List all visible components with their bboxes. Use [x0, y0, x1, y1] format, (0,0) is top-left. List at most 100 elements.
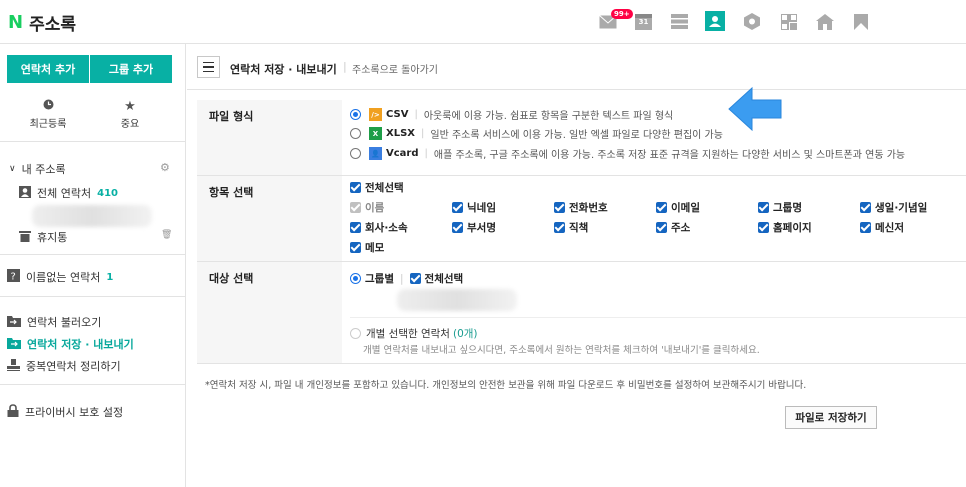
format-option-xlsx[interactable]: X XLSX | 일반 주소록 서비스에 이용 가능. 일반 엑셀 파일로 다양… — [350, 126, 723, 141]
field-checkbox[interactable] — [452, 202, 463, 213]
app-header: N 주소록 99+ 31 — [0, 0, 966, 44]
field-homepage[interactable]: 홈페이지 — [758, 220, 812, 235]
field-birthday[interactable]: 생일·기념일 — [860, 200, 927, 215]
field-checkbox[interactable] — [656, 202, 667, 213]
format-option-vcard[interactable]: 👤 Vcard | 애플 주소록, 구글 주소록에 이용 가능. 주소록 저장 … — [350, 146, 905, 161]
calendar-day: 31 — [638, 18, 649, 26]
sidebar-item-trash[interactable]: 휴지통 — [19, 229, 67, 245]
menu-toggle-button[interactable] — [197, 56, 220, 78]
select-all-fields[interactable]: 전체선택 — [350, 180, 404, 195]
field-department[interactable]: 부서명 — [452, 220, 496, 235]
target-select-label-cell: 대상 선택 — [197, 262, 342, 363]
naver-logo-icon: N — [8, 12, 24, 33]
field-messenger[interactable]: 메신저 — [860, 220, 904, 235]
lock-icon — [7, 404, 19, 420]
field-checkbox[interactable] — [758, 202, 769, 213]
individual-label: 개별 선택한 연락처 — [366, 328, 450, 340]
empty-trash-icon[interactable]: 🗑 — [161, 230, 172, 240]
apps-grid-icon[interactable] — [779, 13, 798, 30]
sidebar-item-privacy[interactable]: 프라이버시 보호 설정 — [7, 404, 123, 420]
sidebar-item-export[interactable]: 연락처 저장 · 내보내기 — [7, 336, 134, 352]
field-label: 메신저 — [875, 222, 904, 234]
sidebar-item-unnamed[interactable]: ? 이름없는 연락처 1 — [7, 269, 113, 285]
field-memo[interactable]: 메모 — [350, 240, 384, 255]
group-select-all-checkbox[interactable] — [409, 273, 421, 284]
contact-card-icon — [19, 185, 31, 201]
field-title[interactable]: 직책 — [554, 220, 588, 235]
sidebar-item-import[interactable]: 연락처 불러오기 — [7, 314, 101, 330]
field-checkbox[interactable] — [554, 222, 565, 233]
field-label: 이메일 — [671, 202, 700, 214]
field-name[interactable]: 이름 — [350, 200, 384, 215]
format-option-csv[interactable]: /> CSV | 아웃룩에 이용 가능. 쉼표로 항목을 구분한 텍스트 파일 … — [350, 107, 673, 122]
app-title: 주소록 — [29, 15, 76, 35]
back-to-addressbook-link[interactable]: 주소록으로 돌아가기 — [352, 61, 438, 76]
field-group[interactable]: 그룹명 — [758, 200, 802, 215]
field-label: 생일·기념일 — [875, 202, 928, 214]
field-address[interactable]: 주소 — [656, 220, 690, 235]
field-checkbox[interactable] — [860, 222, 871, 233]
vcard-radio[interactable] — [350, 148, 361, 159]
my-addressbook-toggle[interactable]: ∨ 내 주소록 — [9, 161, 66, 177]
blurred-group-list — [397, 289, 517, 311]
save-to-file-button[interactable]: 파일로 저장하기 — [785, 406, 877, 429]
cube-icon[interactable] — [742, 13, 761, 30]
individual-radio[interactable] — [350, 328, 361, 339]
trash-icon — [19, 230, 31, 245]
field-label: 부서명 — [467, 222, 496, 234]
xlsx-radio[interactable] — [350, 128, 361, 139]
all-contacts-count: 410 — [97, 187, 118, 199]
field-label: 홈페이지 — [773, 222, 812, 234]
clock-icon — [18, 99, 78, 115]
divider — [350, 317, 966, 318]
field-checkbox[interactable] — [554, 202, 565, 213]
target-select-label: 대상 선택 — [209, 272, 254, 285]
crumb-separator: | — [343, 60, 347, 73]
add-group-button[interactable]: 그룹 추가 — [90, 55, 172, 83]
field-checkbox[interactable] — [758, 222, 769, 233]
question-card-icon: ? — [7, 269, 20, 285]
contacts-icon[interactable] — [705, 11, 725, 31]
sidebar-item-all-contacts[interactable]: 전체 연락처 410 — [19, 185, 118, 201]
recent-label: 최근등록 — [29, 119, 67, 130]
field-email[interactable]: 이메일 — [656, 200, 700, 215]
xlsx-file-icon: X — [369, 127, 382, 140]
sidebar-item-dedupe[interactable]: 중복연락처 정리하기 — [7, 358, 121, 374]
csv-desc: 아웃룩에 이용 가능. 쉼표로 항목을 구분한 텍스트 파일 형식 — [423, 111, 674, 122]
trash-label: 휴지통 — [37, 231, 68, 244]
import-label: 연락처 불러오기 — [27, 316, 102, 329]
select-all-checkbox[interactable] — [350, 182, 361, 193]
field-checkbox[interactable] — [350, 242, 361, 253]
field-label: 전화번호 — [569, 202, 608, 214]
main-topbar: 연락처 저장 · 내보내기 | 주소록으로 돌아가기 — [187, 44, 966, 90]
divider — [0, 141, 186, 142]
divider — [0, 296, 186, 297]
individual-hint: 개별 연락처를 내보내고 싶으시다면, 주소록에서 원하는 연락처를 체크하여 … — [363, 345, 760, 356]
gear-icon[interactable]: ⚙ — [160, 161, 170, 174]
field-nickname[interactable]: 닉네임 — [452, 200, 496, 215]
calendar-icon[interactable]: 31 — [634, 13, 653, 30]
csv-radio[interactable] — [350, 109, 361, 120]
target-by-group[interactable]: 그룹별 | 전체선택 — [350, 271, 463, 286]
blurred-group — [32, 205, 152, 227]
field-checkbox[interactable] — [656, 222, 667, 233]
target-individual[interactable]: 개별 선택한 연락처 (0개) — [350, 326, 478, 341]
field-phone[interactable]: 전화번호 — [554, 200, 608, 215]
unnamed-label: 이름없는 연락처 — [26, 271, 101, 284]
field-select-row: 항목 선택 전체선택 이름 닉네임 전화번호 이메일 그룹명 생일·기념일 회사… — [197, 176, 966, 262]
field-checkbox[interactable] — [452, 222, 463, 233]
field-label: 닉네임 — [467, 202, 496, 214]
bookmark-icon[interactable] — [851, 13, 870, 30]
important-button[interactable]: ★ 중요 — [100, 99, 160, 130]
select-all-label: 전체선택 — [365, 182, 404, 194]
logo[interactable]: N 주소록 — [8, 10, 76, 35]
field-checkbox[interactable] — [350, 222, 361, 233]
list-icon[interactable] — [670, 13, 689, 30]
field-company[interactable]: 회사·소속 — [350, 220, 408, 235]
by-group-radio[interactable] — [350, 273, 361, 284]
add-contact-button[interactable]: 연락처 추가 — [7, 55, 89, 83]
recent-button[interactable]: 최근등록 — [18, 99, 78, 130]
home-icon[interactable] — [815, 13, 834, 30]
vcard-file-icon: 👤 — [369, 147, 382, 160]
field-checkbox[interactable] — [860, 202, 871, 213]
